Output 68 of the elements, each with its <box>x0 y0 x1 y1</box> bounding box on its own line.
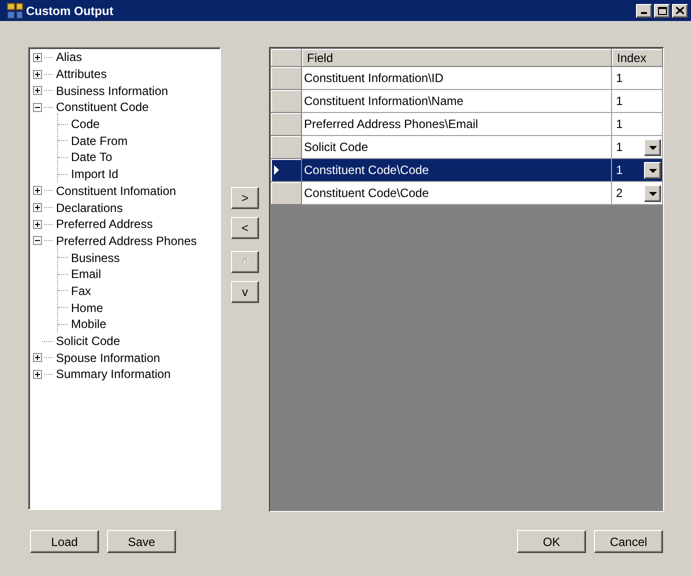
column-header[interactable]: Index <box>612 49 663 67</box>
tree-item[interactable]: Preferred Address Phones <box>55 234 198 248</box>
expand-icon[interactable] <box>33 370 42 379</box>
tree-item[interactable]: Constituent Infomation <box>55 184 178 198</box>
window-title: Custom Output <box>26 4 114 18</box>
dialog-button[interactable]: Save <box>107 530 176 553</box>
expand-icon[interactable] <box>33 220 42 229</box>
dropdown-button[interactable] <box>644 162 661 178</box>
index-value: 1 <box>616 140 623 154</box>
tree-item[interactable]: Email <box>70 267 102 282</box>
field-cell: Solicit Code <box>302 136 612 159</box>
close-button[interactable] <box>672 4 688 18</box>
expand-icon[interactable] <box>33 52 42 62</box>
collapse-icon[interactable] <box>33 102 42 112</box>
index-value: 1 <box>616 71 623 85</box>
tree-item[interactable]: Solicit Code <box>55 334 122 348</box>
tree-item[interactable]: Fax <box>70 284 92 298</box>
tree-item[interactable]: Business Information <box>55 84 170 98</box>
tree-item[interactable]: Spouse Information <box>55 350 162 365</box>
index-value: 1 <box>616 94 623 108</box>
close-icon <box>676 6 684 14</box>
tree-item[interactable]: Attributes <box>55 67 108 82</box>
index-value: 1 <box>616 163 623 177</box>
move-button[interactable]: > <box>231 187 259 209</box>
index-value: 1 <box>616 117 623 131</box>
grid-row[interactable]: Constituent Information\Name 1 <box>271 90 662 113</box>
collapse-icon[interactable] <box>33 236 42 246</box>
dialog-button[interactable]: Load <box>30 530 99 553</box>
tree-item[interactable]: Declarations <box>55 200 124 215</box>
expand-icon[interactable] <box>33 70 42 79</box>
current-row-icon <box>274 165 279 175</box>
expand-icon[interactable] <box>33 203 42 212</box>
maximize-button[interactable] <box>654 4 670 18</box>
tree-item[interactable]: Business <box>70 250 121 265</box>
dropdown-button[interactable] <box>644 184 661 202</box>
expand-icon[interactable] <box>33 86 42 96</box>
expand-icon[interactable] <box>33 353 42 362</box>
tree-item[interactable]: Code <box>70 117 101 132</box>
grid-row[interactable]: Constituent Information\ID 1 <box>271 67 662 90</box>
move-button[interactable]: v <box>231 281 259 303</box>
grid-row[interactable]: Constituent Code\Code 2 <box>271 182 662 205</box>
grid-row[interactable]: Constituent Code\Code 1 <box>271 159 662 182</box>
field-cell: Constituent Code\Code <box>302 159 612 182</box>
dropdown-button[interactable] <box>644 138 661 156</box>
tree-item[interactable]: Import Id <box>70 167 120 182</box>
field-cell: Constituent Code\Code <box>302 182 612 205</box>
grid-row[interactable]: Preferred Address Phones\Email 1 <box>271 113 662 136</box>
app-icon <box>7 2 23 18</box>
dialog-button[interactable]: Cancel <box>594 530 663 553</box>
move-button[interactable]: < <box>231 217 259 239</box>
index-value: 2 <box>616 186 623 200</box>
field-cell: Constituent Information\Name <box>302 90 612 113</box>
tree-item[interactable]: Date From <box>70 134 129 148</box>
column-header[interactable]: Field <box>302 49 612 67</box>
tree-item[interactable]: Alias <box>55 50 84 64</box>
field-cell: Preferred Address Phones\Email <box>302 113 612 136</box>
tree-item[interactable]: Summary Information <box>55 367 172 382</box>
expand-icon[interactable] <box>33 186 42 196</box>
field-cell: Constituent Information\ID <box>302 67 612 90</box>
tree-item[interactable]: Mobile <box>70 317 108 332</box>
grid-row[interactable]: Solicit Code 1 <box>271 136 662 159</box>
tree-item[interactable]: Date To <box>70 150 114 164</box>
minimize-button[interactable] <box>636 4 652 18</box>
row-header[interactable] <box>271 159 302 182</box>
tree-item[interactable]: Constituent Code <box>55 100 150 114</box>
tree-item[interactable]: Home <box>70 300 104 315</box>
tree-item[interactable]: Preferred Address <box>55 217 154 232</box>
dialog-button[interactable]: OK <box>517 530 586 553</box>
